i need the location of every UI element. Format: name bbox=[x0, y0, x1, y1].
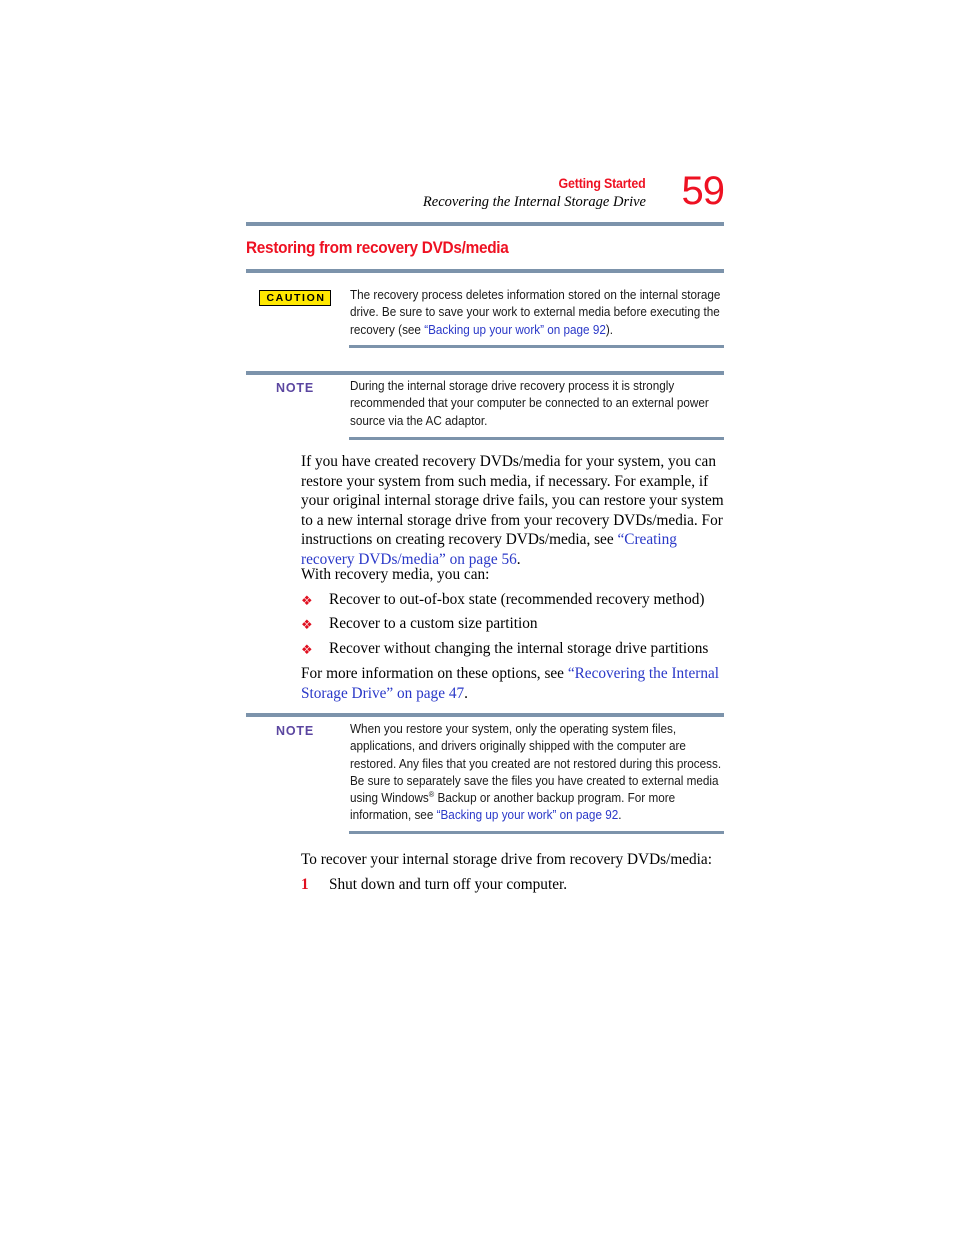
section-heading-divider-rule bbox=[246, 269, 724, 273]
page-number: 59 bbox=[681, 169, 725, 213]
header-section-title: Recovering the Internal Storage Drive bbox=[422, 194, 646, 210]
header-divider-rule bbox=[246, 222, 724, 226]
note-two-badge: NOTE bbox=[276, 724, 314, 738]
section-heading: Restoring from recovery DVDs/media bbox=[246, 239, 509, 257]
note-two-label-wrap: NOTE bbox=[246, 722, 344, 740]
note-one-opening-rule bbox=[246, 371, 724, 375]
caution-block-closing-rule bbox=[349, 345, 724, 348]
note-two-closing-rule bbox=[349, 831, 724, 834]
note-one-closing-rule bbox=[349, 437, 724, 440]
note-two-body-text: When you restore your system, only the o… bbox=[350, 721, 724, 825]
list-item: ❖ Recover to a custom size partition bbox=[301, 614, 724, 634]
list-intro-text: With recovery media, you can: bbox=[301, 566, 490, 583]
procedure-intro-text: To recover your internal storage drive f… bbox=[301, 851, 712, 868]
note-one-badge: NOTE bbox=[276, 381, 314, 395]
procedure-step-label: Shut down and turn off your computer. bbox=[329, 876, 568, 893]
document-page: Getting Started Recovering the Internal … bbox=[0, 0, 954, 1235]
more-information-paragraph: For more information on these options, s… bbox=[301, 664, 724, 703]
note-two-text-tail: . bbox=[618, 808, 622, 823]
list-item-label: Recover to a custom size partition bbox=[329, 615, 538, 632]
procedure-step-number: 1 bbox=[301, 876, 309, 893]
more-information-lead: For more information on these options, s… bbox=[301, 665, 568, 682]
caution-label: CAUTION bbox=[246, 288, 344, 306]
caution-cross-reference-link[interactable]: “Backing up your work” on page 92 bbox=[424, 323, 606, 337]
caution-badge: CAUTION bbox=[259, 290, 331, 306]
note-one-label-wrap: NOTE bbox=[246, 379, 344, 397]
header-chapter-title: Getting Started bbox=[559, 176, 646, 191]
caution-text-tail: ). bbox=[605, 322, 614, 337]
page-header: Getting Started Recovering the Internal … bbox=[246, 169, 725, 222]
floret-bullet-icon: ❖ bbox=[301, 593, 313, 608]
list-item-label: Recover to out-of-box state (recommended… bbox=[329, 591, 705, 608]
intro-paragraph: If you have created recovery DVDs/media … bbox=[301, 452, 724, 570]
list-item: ❖ Recover without changing the internal … bbox=[301, 639, 724, 659]
list-item-label: Recover without changing the internal st… bbox=[329, 640, 709, 657]
note-one-body-text: During the internal storage drive recove… bbox=[350, 379, 709, 428]
list-item: ❖ Recover to out-of-box state (recommend… bbox=[301, 590, 724, 610]
note-two-opening-rule bbox=[246, 713, 724, 717]
caution-body-text: The recovery process deletes information… bbox=[350, 287, 724, 339]
backing-up-your-work-link[interactable]: “Backing up your work” on page 92 bbox=[437, 808, 619, 822]
procedure-step: 1 Shut down and turn off your computer. bbox=[301, 875, 724, 895]
floret-bullet-icon: ❖ bbox=[301, 617, 313, 632]
floret-bullet-icon: ❖ bbox=[301, 642, 313, 657]
more-information-tail: . bbox=[464, 684, 468, 702]
